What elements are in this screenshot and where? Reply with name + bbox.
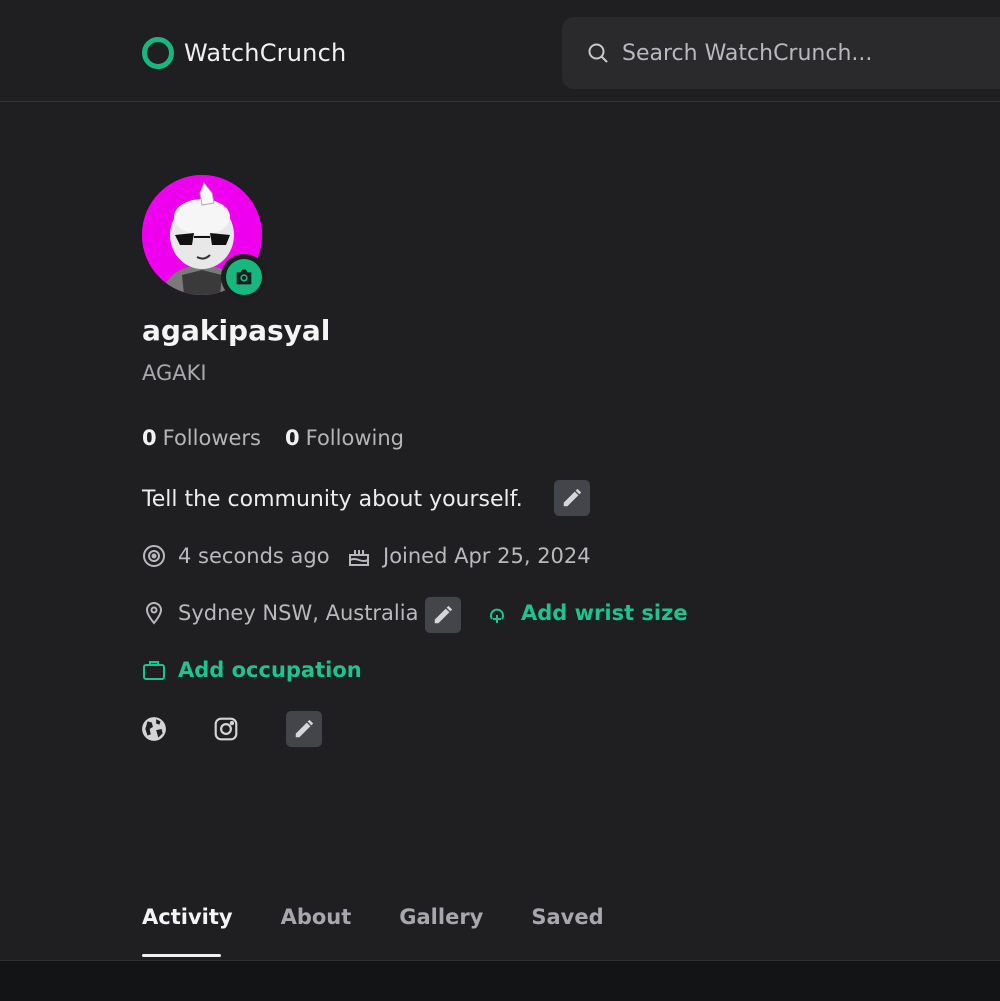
- brand-name: WatchCrunch: [184, 39, 347, 67]
- briefcase-icon: [143, 661, 165, 680]
- followers-label: Followers: [162, 426, 261, 450]
- username: agakipasyal: [142, 314, 331, 347]
- profile-tabs: Activity About Gallery Saved: [142, 905, 652, 929]
- followers-link[interactable]: 0 Followers: [142, 426, 261, 450]
- join-date: Joined Apr 25, 2024: [347, 544, 591, 568]
- display-name: AGAKI: [142, 361, 207, 385]
- add-wrist-size-button[interactable]: Add wrist size: [485, 601, 688, 625]
- camera-icon: [236, 269, 252, 285]
- following-label: Following: [305, 426, 404, 450]
- followers-count: 0: [142, 426, 157, 450]
- search-input[interactable]: Search WatchCrunch...: [562, 17, 1000, 89]
- wrist-icon: [490, 608, 504, 623]
- last-active-text: 4 seconds ago: [178, 544, 330, 568]
- location-text: Sydney NSW, Australia: [178, 601, 419, 625]
- tab-saved[interactable]: Saved: [531, 905, 603, 929]
- edit-location-button[interactable]: [425, 597, 461, 633]
- search-placeholder: Search WatchCrunch...: [622, 40, 873, 66]
- change-avatar-button[interactable]: [221, 254, 267, 300]
- pencil-icon: [434, 605, 453, 624]
- globe-icon[interactable]: [141, 716, 167, 742]
- instagram-icon[interactable]: [213, 716, 239, 742]
- following-count: 0: [285, 426, 300, 450]
- add-wrist-size-label: Add wrist size: [521, 601, 688, 625]
- active-tab-indicator: [142, 954, 221, 957]
- tab-about[interactable]: About: [281, 905, 352, 929]
- logo[interactable]: WatchCrunch: [142, 33, 346, 73]
- pencil-icon: [563, 488, 582, 507]
- top-header: WatchCrunch Search WatchCrunch...: [0, 0, 1000, 102]
- tab-gallery[interactable]: Gallery: [399, 905, 483, 929]
- activity-icon: [143, 545, 165, 567]
- tab-activity[interactable]: Activity: [142, 905, 233, 929]
- pencil-icon: [295, 719, 314, 738]
- location-pin-icon: [145, 602, 163, 625]
- content-area: [0, 960, 1000, 1001]
- add-occupation-label: Add occupation: [178, 658, 362, 682]
- logo-ring-icon: [142, 37, 174, 69]
- search-icon: [588, 43, 608, 63]
- add-occupation-button[interactable]: Add occupation: [142, 658, 362, 682]
- following-link[interactable]: 0 Following: [285, 426, 404, 450]
- bio-text: Tell the community about yourself.: [142, 487, 523, 512]
- edit-links-button[interactable]: [286, 711, 322, 747]
- edit-bio-button[interactable]: [554, 480, 590, 516]
- location: Sydney NSW, Australia: [142, 601, 418, 625]
- follow-stats: 0 Followers 0 Following: [142, 426, 428, 450]
- join-date-text: Joined Apr 25, 2024: [383, 544, 591, 568]
- last-active: 4 seconds ago: [142, 544, 330, 568]
- cake-icon: [349, 550, 369, 566]
